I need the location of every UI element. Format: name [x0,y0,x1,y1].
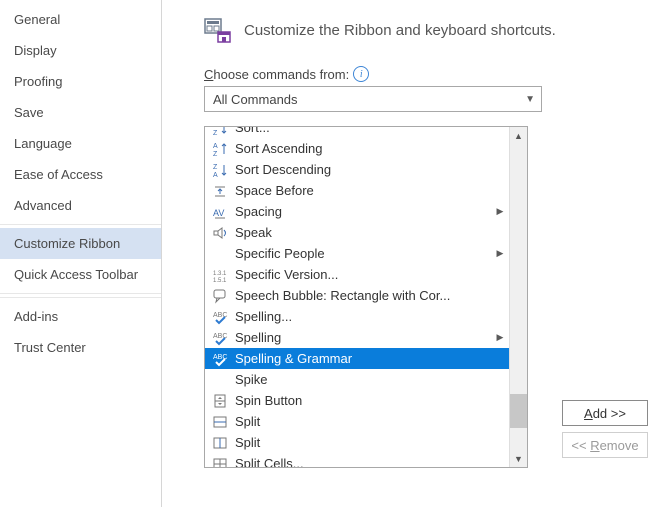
command-item[interactable]: Spike [205,369,509,390]
sidebar-item-save[interactable]: Save [0,97,161,128]
svg-text:1.5.1: 1.5.1 [213,278,227,283]
flyout-arrow-icon: ▶ [495,248,505,259]
command-label: Speech Bubble: Rectangle with Cor... [235,288,509,303]
command-label: Spacing [235,204,495,219]
commands-listbox[interactable]: AZSort...AZSort AscendingZASort Descendi… [204,126,528,468]
speech-bubble-icon [211,287,229,305]
transfer-buttons: Add >> << Remove [562,400,648,458]
info-icon[interactable]: i [353,66,369,82]
choose-commands-label: Choose commands from: i [204,66,649,82]
svg-text:AV: AV [213,208,224,218]
scroll-thumb[interactable] [510,394,527,428]
command-label: Spin Button [235,393,509,408]
command-item[interactable]: AZ Sort... [205,127,509,138]
options-dialog: GeneralDisplayProofingSaveLanguageEase o… [0,0,649,507]
customize-ribbon-panel: Customize the Ribbon and keyboard shortc… [162,0,649,507]
command-label: Specific People [235,246,495,261]
command-label: Sort Ascending [235,141,509,156]
split-cells-icon [211,455,229,468]
command-label: Split [235,414,509,429]
command-item[interactable]: 1.3.11.5.1 Specific Version... [205,264,509,285]
svg-text:Z: Z [213,164,218,171]
sidebar-item-ease-of-access[interactable]: Ease of Access [0,159,161,190]
svg-text:A: A [213,172,218,178]
sort-desc-icon: ZA [211,161,229,179]
command-item[interactable]: Speech Bubble: Rectangle with Cor... [205,285,509,306]
command-label: Spelling & Grammar [235,351,509,366]
heading-text: Customize the Ribbon and keyboard shortc… [244,22,556,39]
scrollbar[interactable]: ▲ ▼ [509,127,527,467]
command-label: Speak [235,225,509,240]
command-item[interactable]: ABC Spelling & Grammar [205,348,509,369]
command-label: Sort... [235,127,509,135]
space-before-icon [211,182,229,200]
svg-text:Z: Z [213,151,218,157]
none-icon [211,371,229,389]
command-item[interactable]: Specific People▶ [205,243,509,264]
command-label: Specific Version... [235,267,509,282]
speak-icon [211,224,229,242]
sort-az-icon: AZ [211,127,229,137]
command-label: Split [235,435,509,450]
sidebar-item-display[interactable]: Display [0,35,161,66]
sidebar-item-language[interactable]: Language [0,128,161,159]
sidebar-item-customize-ribbon[interactable]: Customize Ribbon [0,228,161,259]
command-label: Spelling... [235,309,509,324]
none-icon [211,245,229,263]
svg-text:1.3.1: 1.3.1 [213,271,227,277]
spelling-icon: ABC [211,308,229,326]
sidebar-item-general[interactable]: General [0,4,161,35]
sidebar-item-add-ins[interactable]: Add-ins [0,301,161,332]
category-sidebar: GeneralDisplayProofingSaveLanguageEase o… [0,0,162,507]
command-label: Sort Descending [235,162,509,177]
svg-text:A: A [213,143,218,150]
scroll-down-icon[interactable]: ▼ [510,450,527,467]
flyout-arrow-icon: ▶ [495,332,505,343]
spacing-icon: AV [211,203,229,221]
command-label: Spelling [235,330,495,345]
command-item[interactable]: Space Before [205,180,509,201]
spelling-icon: ABC [211,350,229,368]
command-item[interactable]: Split Cells... [205,453,509,467]
svg-text:Z: Z [213,130,218,136]
command-item[interactable]: Split [205,411,509,432]
command-item[interactable]: ABC Spelling▶ [205,327,509,348]
svg-text:A: A [213,127,218,129]
split-v-icon [211,434,229,452]
remove-button: << Remove [562,432,648,458]
command-label: Spike [235,372,509,387]
sidebar-item-proofing[interactable]: Proofing [0,66,161,97]
command-item[interactable]: Spin Button [205,390,509,411]
sidebar-item-quick-access-toolbar[interactable]: Quick Access Toolbar [0,259,161,290]
sidebar-item-trust-center[interactable]: Trust Center [0,332,161,363]
flyout-arrow-icon: ▶ [495,206,505,217]
spelling-icon: ABC [211,329,229,347]
add-button[interactable]: Add >> [562,400,648,426]
choose-commands-combo[interactable]: All Commands ▼ [204,86,542,112]
command-item[interactable]: AZ Sort Ascending [205,138,509,159]
scroll-up-icon[interactable]: ▲ [510,127,527,144]
command-item[interactable]: ZA Sort Descending [205,159,509,180]
command-item[interactable]: Split [205,432,509,453]
command-item[interactable]: Speak [205,222,509,243]
command-item[interactable]: AV Spacing▶ [205,201,509,222]
customize-ribbon-icon [204,16,232,44]
split-h-icon [211,413,229,431]
spin-icon [211,392,229,410]
chevron-down-icon: ▼ [525,94,535,105]
sidebar-item-advanced[interactable]: Advanced [0,190,161,221]
sort-asc-icon: AZ [211,140,229,158]
combo-value: All Commands [213,92,298,107]
specific-version-icon: 1.3.11.5.1 [211,266,229,284]
command-label: Split Cells... [235,456,509,467]
heading-row: Customize the Ribbon and keyboard shortc… [204,16,649,44]
command-item[interactable]: ABC Spelling... [205,306,509,327]
command-label: Space Before [235,183,509,198]
